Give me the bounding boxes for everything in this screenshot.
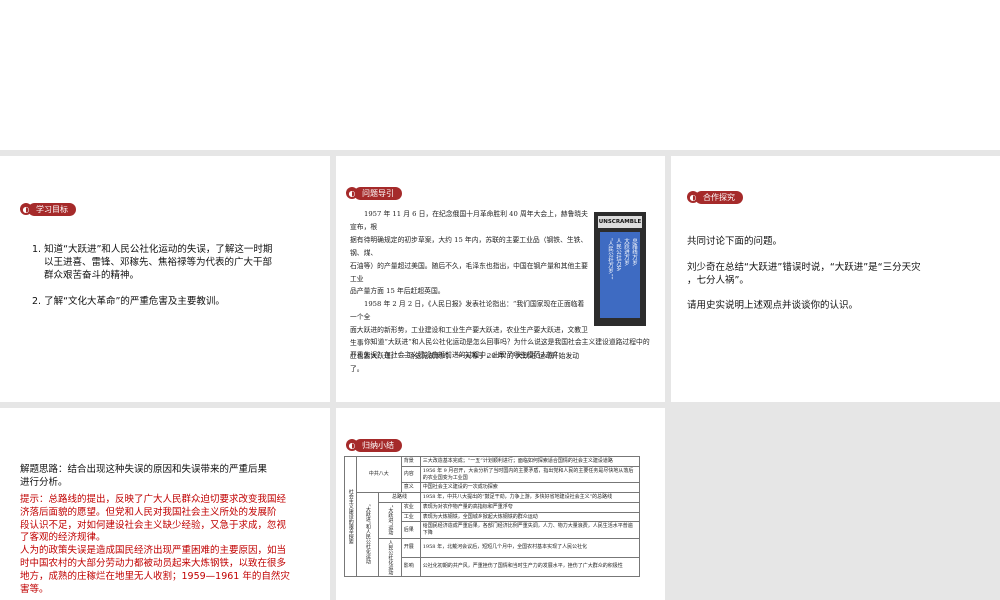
table-row: “大跃进”运动 农业 表现为对农作物产量的高指标和严重浮夸 [345, 501, 640, 539]
hint-line: 提示：总路线的提出，反映了广大人民群众迫切要求改变我国经 [20, 494, 287, 505]
paragraph-3: 你知道“大跃进”和人民公社化运动是怎么回事吗？为什么说这是我国社会主义建设道路过… [350, 336, 650, 362]
table-cell: 中国社会主义建设的一次成功探索 [419, 482, 640, 493]
text-line: 严重失误？在社会主义建设曲折前进的过程中，出现了哪些模范人物？ [350, 350, 561, 359]
text-line: 石油等）的产量超过美国。随后不久，毛泽东也指出，中国在钢产量和其他主要工业 [350, 261, 588, 283]
text-line: 据有待明确规定的初步草案，大约 15 年内，苏联的主要工业品（钢铁、生铁、钢、煤… [350, 235, 588, 257]
hint-line: 了客观的经济规律。 [20, 532, 106, 544]
summary-table: 社会主义建设的艰辛探索 中共八大 背景 三大改造基本完成；“一五”计划顺利进行；… [344, 456, 640, 577]
quote-line: 刘少奇在总结“大跃进”错误时说，“大跃进”是“三分天灾 [687, 262, 921, 273]
answer-hint: 提示：总路线的提出，反映了广大人民群众迫切要求改变我国经 济落后面貌的愿望。但党… [20, 494, 290, 597]
solution-idea: 解题思路：结合出现这种失误的原因和失误带来的严重后果 进行分析。 [20, 464, 267, 490]
table-cell: 背景 [400, 456, 421, 467]
section-tag-label: 问题导引 [354, 186, 402, 200]
poster-slogan: “人民公社万岁”” [607, 238, 613, 280]
text-line: 品产量方面 15 年后赶超英国。 [350, 287, 445, 296]
table-cell: 1958 年，中共八大提出的“鼓足干劲，力争上游，多快好省地建设社会主义”的总路… [419, 492, 640, 503]
table-cell: 总路线 [378, 492, 421, 503]
swirl-icon: ◐ [346, 187, 358, 199]
text-line: 你知道“大跃进”和人民公社化运动是怎么回事吗？为什么说这是我国社会主义建设道路过… [364, 338, 650, 346]
goal-1-line: 以王进喜、雷锋、邓稼先、焦裕禄等为代表的广大干部 [44, 256, 273, 268]
swirl-icon: ◐ [687, 191, 699, 203]
table-row: 人民公社化运动 开展 1958 年，北戴河会议后，短短几个月中，全国农村基本实现… [345, 537, 640, 577]
slide-cooperative-inquiry[interactable]: ◐ 合作探究 共同讨论下面的问题。 刘少奇在总结“大跃进”错误时说，“大跃进”是… [671, 156, 1000, 402]
discussion-question: 请用史实说明上述观点并谈谈你的认识。 [687, 300, 859, 311]
table-cell: “大跃进”和人民公社化运动 [355, 492, 380, 577]
poster-caption: UNSCRAMBLE [598, 216, 642, 228]
table-cell: 表现为大炼钢铁，全国城乡掀起大炼钢铁的群众运动 [419, 511, 640, 523]
poster-slogan: 总路线万岁 [631, 238, 637, 266]
section-tag: ◐ 合作探究 [687, 190, 743, 204]
table-cell: 开展 [400, 537, 421, 558]
text-line: 1958 年 2 月 2 日，《人民日报》发表社论指出：“我们国家现在正面临着一… [350, 300, 585, 322]
text-line: 进行分析。 [20, 476, 68, 488]
table-cell: “大跃进”运动 [378, 501, 402, 539]
swirl-icon: ◐ [346, 439, 358, 451]
table-cell: 中共八大 [355, 456, 402, 493]
goal-1: 1. 知道“大跃进”和人民公社化运动的失误，了解这一时期 以王进喜、雷锋、邓稼先… [32, 244, 272, 282]
poster-slogan: 大跃进万岁 [623, 238, 629, 266]
swirl-icon: ◐ [20, 203, 32, 215]
section-tag: ◐ 归纳小结 [346, 438, 402, 452]
slide-learning-goals[interactable]: ◐ 学习目标 1. 知道“大跃进”和人民公社化运动的失误，了解这一时期 以王进喜… [0, 156, 330, 402]
table-cell: 意义 [400, 482, 421, 493]
table-cell: 1958 年，北戴河会议后，短短几个月中，全国农村基本实现了人民公社化 [419, 537, 640, 558]
propaganda-poster-image: UNSCRAMBLE 总路线万岁 大跃进万岁 人民公社万岁 “人民公社万岁”” [594, 212, 646, 326]
section-tag-label: 学习目标 [28, 202, 76, 216]
hint-line: 地方，成熟的庄稼烂在地里无人收割；1959—1961 年的自然灾 [20, 570, 290, 582]
goal-1-line: 1. 知道“大跃进”和人民公社化运动的失误，了解这一时期 [32, 244, 273, 255]
slide-question-guide[interactable]: ◐ 问题导引 1957 年 11 月 6 日，在纪念俄国十月革命胜利 40 周年… [336, 156, 665, 402]
table-row: “大跃进”和人民公社化运动 总路线 1958 年，中共八大提出的“鼓足干劲，力争… [345, 492, 640, 577]
top-blank-area [0, 0, 1000, 150]
table-cell: 公社化初期的共产风，严重挫伤了国情和当时生产力的发展水平，挫伤了广大群众的积极性 [419, 556, 640, 577]
table-cell: 1956 年 9 月召开，大会分析了当时国内的主要矛盾，指出党和人民的主要任务是… [419, 465, 640, 484]
table-cell: 三大改造基本完成；“一五”计划顺利进行；面临如何探索适合国情的社会主义建设道路 [419, 456, 640, 467]
slide-summary[interactable]: ◐ 归纳小结 社会主义建设的艰辛探索 中共八大 背景 三大改造基本完成；“一五”… [336, 408, 665, 600]
table-cell: 后果 [400, 521, 421, 539]
table-cell: 影响 [400, 556, 421, 577]
discussion-intro: 共同讨论下面的问题。 [687, 236, 783, 247]
hint-line: 时中国农村的大部分劳动力都被动员起来大炼钢铁，以致在很多 [20, 558, 287, 570]
table-cell: 工业 [400, 511, 421, 523]
poster-slogan: 人民公社万岁 [615, 238, 621, 271]
section-tag: ◐ 学习目标 [20, 202, 76, 216]
goal-1-line: 群众艰苦奋斗的精神。 [44, 269, 140, 281]
section-tag-label: 合作探究 [695, 190, 743, 204]
goal-2: 2. 了解“文化大革命”的严重危害及主要教训。 [32, 296, 225, 307]
quote-line: ，七分人祸”。 [687, 274, 749, 286]
table-cell: 内容 [400, 465, 421, 484]
text-line: 解题思路：结合出现这种失误的原因和失误带来的严重后果 [20, 464, 268, 475]
table-cell: 给国民经济造成严重后果，各部门经济比例严重失调，人力、物力大量浪费，人民生活水平… [419, 521, 640, 539]
liu-quote: 刘少奇在总结“大跃进”错误时说，“大跃进”是“三分天灾 ，七分人祸”。 [687, 262, 921, 288]
table-cell: 农业 [400, 501, 421, 513]
table-cell: 表现为对农作物产量的高指标和严重浮夸 [419, 501, 640, 513]
section-tag: ◐ 问题导引 [346, 186, 402, 200]
section-tag-label: 归纳小结 [354, 438, 402, 452]
hint-line: 害等。 [20, 583, 49, 595]
hint-line: 人为的政策失误是造成国民经济出现严重困难的主要原因，如当 [20, 545, 287, 557]
hint-line: 济落后面貌的愿望。但党和人民对我国社会主义所处的发展阶 [20, 506, 277, 518]
table-cell: 社会主义建设的艰辛探索 [344, 456, 357, 577]
slide-answer-hints[interactable]: 解题思路：结合出现这种失误的原因和失误带来的严重后果 进行分析。 提示：总路线的… [0, 408, 330, 600]
text-line: 1957 年 11 月 6 日，在纪念俄国十月革命胜利 40 周年大会上，赫鲁晓… [350, 210, 588, 231]
table-row: 社会主义建设的艰辛探索 中共八大 背景 三大改造基本完成；“一五”计划顺利进行；… [344, 456, 640, 577]
table-cell: 人民公社化运动 [378, 537, 402, 577]
hint-line: 段认识不足，对如何建设社会主义缺少经验，又急于求成，忽视 [20, 519, 287, 531]
